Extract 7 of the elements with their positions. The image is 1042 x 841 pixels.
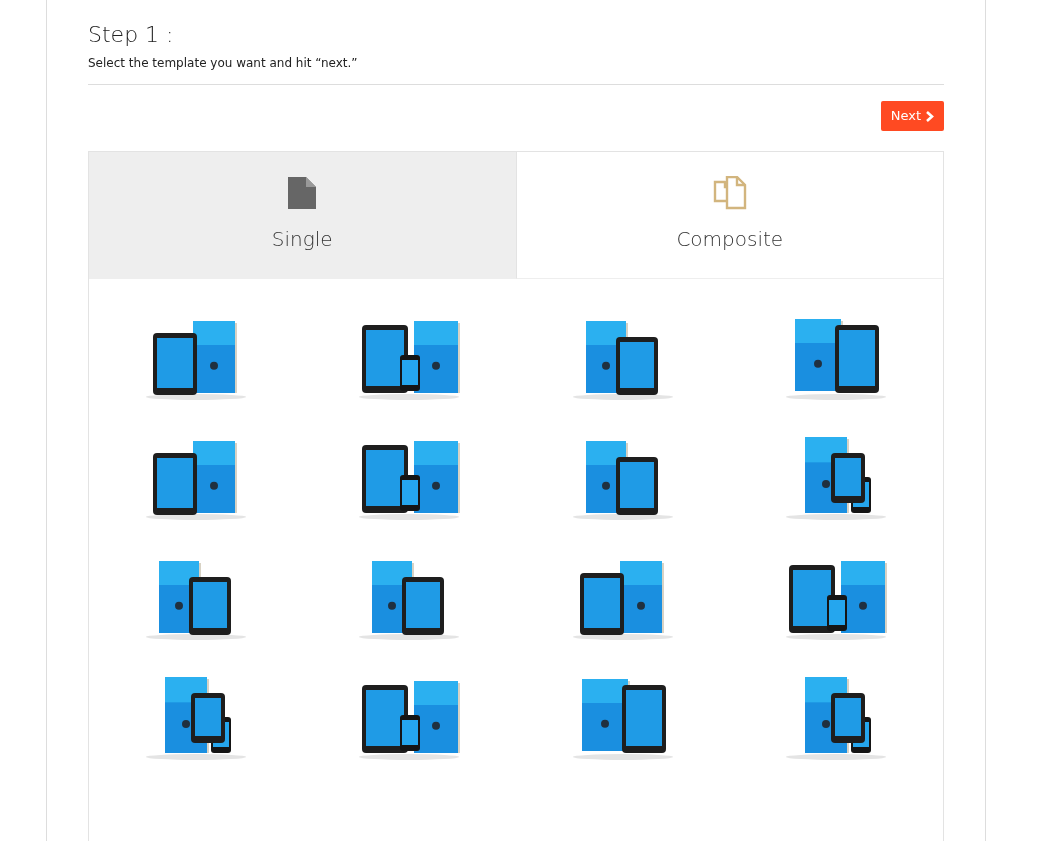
- template-tab[interactable]: Single: [89, 151, 516, 279]
- step-title: Step 1 :: [88, 22, 175, 49]
- copy-icon: [712, 175, 747, 210]
- document-icon: [287, 175, 318, 210]
- template-tab[interactable]: Composite: [515, 151, 943, 279]
- chevron-right-icon: [925, 110, 934, 122]
- instruction-text: Select the template you want and hit “next.”: [88, 54, 944, 86]
